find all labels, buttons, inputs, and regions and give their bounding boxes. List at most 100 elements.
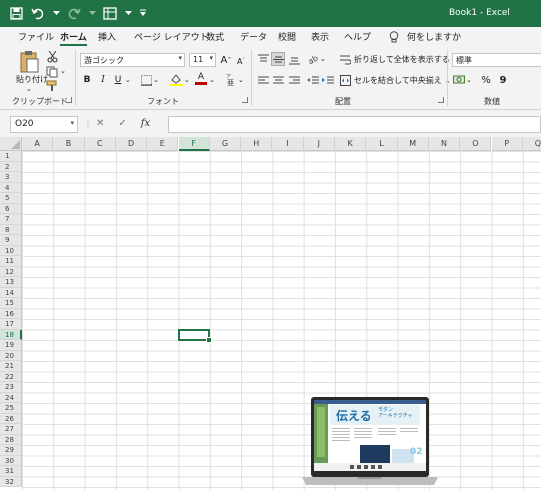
font-name-combo[interactable]: 游ゴシック ▾ (80, 53, 185, 67)
row-header[interactable]: 8 (0, 224, 22, 235)
row-header[interactable]: 10 (0, 245, 22, 256)
row-header[interactable]: 11 (0, 256, 22, 267)
align-right-icon[interactable] (287, 73, 301, 87)
increase-indent-icon[interactable] (321, 73, 335, 87)
column-header[interactable]: E (147, 137, 179, 151)
font-launcher-icon[interactable] (242, 97, 248, 103)
column-header[interactable]: P (491, 137, 523, 151)
row-header[interactable]: 18 (0, 329, 22, 340)
row-header[interactable]: 26 (0, 413, 22, 424)
column-header[interactable]: H (241, 137, 273, 151)
row-header[interactable]: 14 (0, 287, 22, 298)
row-header[interactable]: 12 (0, 266, 22, 277)
align-center-icon[interactable] (271, 73, 285, 87)
decrease-indent-icon[interactable] (306, 73, 320, 87)
cut-icon[interactable] (45, 50, 59, 64)
form-dropdown-icon[interactable] (124, 5, 132, 21)
column-header[interactable]: F (178, 137, 210, 151)
row-header[interactable]: 17 (0, 319, 22, 330)
column-header[interactable]: M (397, 137, 429, 151)
row-header[interactable]: 3 (0, 172, 22, 183)
grow-font-button[interactable]: A ^ (219, 53, 233, 67)
tab-file[interactable]: ファイル (18, 30, 54, 43)
column-header[interactable]: L (366, 137, 398, 151)
align-bottom-icon[interactable] (287, 52, 301, 66)
enter-icon[interactable]: ✓ (118, 118, 126, 129)
align-top-icon[interactable] (256, 52, 270, 66)
undo-icon[interactable] (30, 5, 46, 21)
undo-dropdown-icon[interactable] (52, 5, 60, 21)
tab-home[interactable]: ホーム (60, 30, 87, 46)
copy-icon[interactable] (45, 65, 59, 79)
column-header[interactable]: Q (522, 137, 541, 151)
bold-button[interactable]: B (80, 73, 94, 87)
row-header[interactable]: 29 (0, 445, 22, 456)
select-all-corner[interactable] (0, 137, 22, 151)
phonetic-icon[interactable]: ア亜 (224, 72, 238, 86)
format-painter-icon[interactable] (45, 79, 59, 93)
row-header[interactable]: 28 (0, 434, 22, 445)
name-box[interactable]: O20 ▾ (10, 116, 78, 133)
tab-help[interactable]: ヘルプ (344, 30, 371, 43)
borders-icon[interactable] (139, 73, 153, 87)
column-header[interactable]: B (53, 137, 85, 151)
shrink-font-button[interactable]: Aˇ (234, 54, 248, 68)
tab-insert[interactable]: 挿入 (98, 30, 116, 43)
row-header[interactable]: 15 (0, 298, 22, 309)
clipboard-launcher-icon[interactable] (66, 97, 72, 103)
redo-icon[interactable] (66, 5, 82, 21)
column-header[interactable]: J (303, 137, 335, 151)
row-header[interactable]: 7 (0, 214, 22, 225)
number-format-combo[interactable]: 標準 (452, 53, 541, 67)
alignment-launcher-icon[interactable] (438, 97, 444, 103)
wrap-text-button[interactable]: 折り返して全体を表示する (340, 54, 450, 65)
row-header[interactable]: 19 (0, 340, 22, 351)
currency-dropdown-icon[interactable]: ⌄ (466, 76, 472, 84)
tab-view[interactable]: 表示 (311, 30, 329, 43)
column-header[interactable]: K (335, 137, 367, 151)
row-header[interactable]: 23 (0, 382, 22, 393)
orientation-dropdown-icon[interactable]: ⌄ (320, 55, 326, 63)
row-header[interactable]: 30 (0, 455, 22, 466)
row-header[interactable]: 27 (0, 424, 22, 435)
row-header[interactable]: 5 (0, 193, 22, 204)
fill-color-dropdown-icon[interactable]: ⌄ (184, 76, 190, 84)
borders-dropdown-icon[interactable]: ⌄ (153, 76, 159, 84)
redo-dropdown-icon[interactable] (88, 5, 96, 21)
italic-button[interactable]: I (96, 73, 110, 87)
form-icon[interactable] (102, 5, 118, 21)
row-header[interactable]: 24 (0, 392, 22, 403)
copy-dropdown-icon[interactable]: ⌄ (60, 67, 66, 75)
cell-area[interactable] (22, 151, 541, 490)
row-header[interactable]: 31 (0, 466, 22, 477)
row-header[interactable]: 4 (0, 182, 22, 193)
column-header[interactable]: O (460, 137, 492, 151)
row-header[interactable]: 13 (0, 277, 22, 288)
customize-icon[interactable] (138, 5, 148, 21)
align-middle-icon[interactable] (271, 52, 285, 66)
row-header[interactable]: 1 (0, 151, 22, 162)
row-header[interactable]: 32 (0, 476, 22, 487)
phonetic-dropdown-icon[interactable]: ⌄ (238, 76, 244, 84)
tab-review[interactable]: 校閲 (278, 30, 296, 43)
active-cell[interactable] (178, 328, 212, 343)
comma-style-button[interactable]: 9 (496, 73, 510, 87)
tab-formulas[interactable]: 数式 (206, 30, 224, 43)
row-header[interactable]: 16 (0, 308, 22, 319)
currency-icon[interactable] (452, 73, 466, 87)
insert-function-icon[interactable]: fx (141, 118, 150, 129)
cancel-icon[interactable]: ✕ (96, 118, 104, 129)
font-color-button[interactable]: A (194, 72, 208, 86)
row-header[interactable]: 6 (0, 203, 22, 214)
tell-me-search[interactable]: 何をしますか (389, 30, 461, 43)
orientation-icon[interactable]: ab (307, 52, 321, 66)
column-header[interactable]: N (428, 137, 461, 151)
row-header[interactable]: 22 (0, 371, 22, 382)
tab-page-layout[interactable]: ページ レイアウト (134, 30, 209, 43)
merge-center-button[interactable]: セルを結合して中央揃え ⌄ (340, 75, 451, 86)
formula-input[interactable] (168, 116, 541, 133)
column-header[interactable]: G (209, 137, 242, 151)
column-header[interactable]: I (272, 137, 304, 151)
column-header[interactable]: D (115, 137, 148, 151)
underline-dropdown-icon[interactable]: ⌄ (125, 76, 131, 84)
